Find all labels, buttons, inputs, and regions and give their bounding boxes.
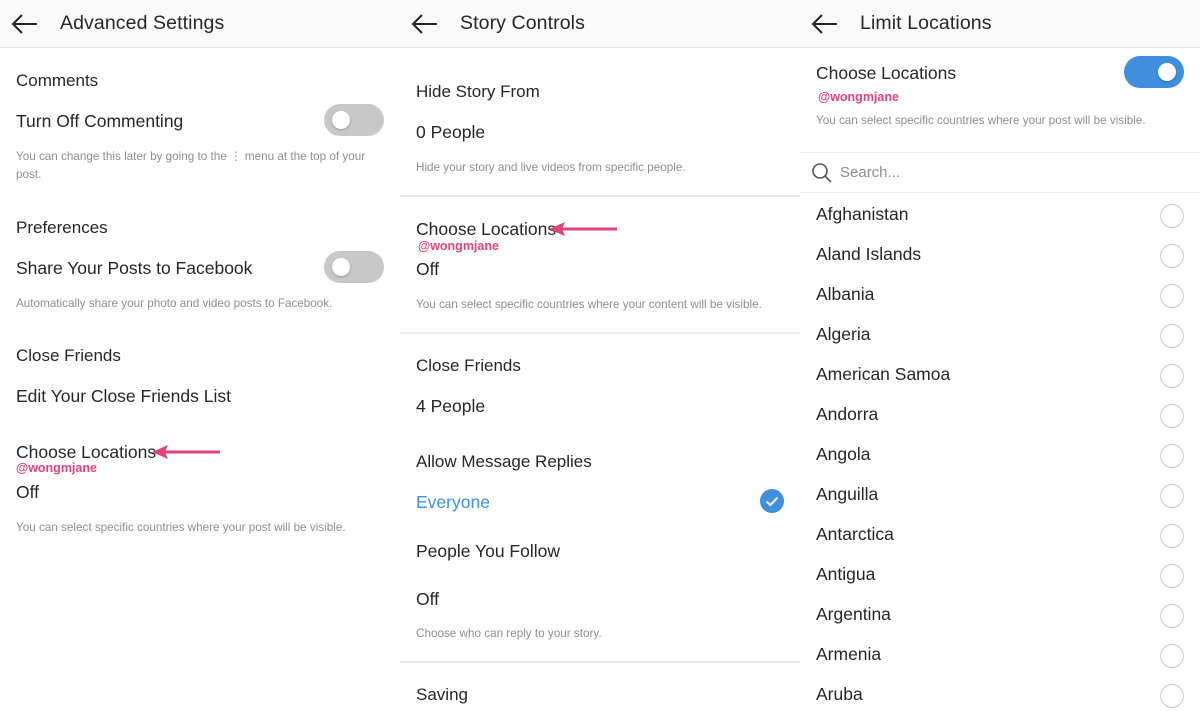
section-header-preferences: Preferences [16, 218, 108, 237]
close-friends-value[interactable]: 4 People [416, 396, 485, 417]
search-icon [812, 163, 832, 183]
edit-close-friends-list[interactable]: Edit Your Close Friends List [16, 386, 231, 407]
country-item[interactable]: Afghanistan [816, 204, 908, 225]
country-radio-button[interactable] [1160, 604, 1184, 628]
share-to-facebook-toggle[interactable] [324, 251, 384, 283]
commenting-hint-line1: You can change this later by going to th… [16, 150, 366, 163]
page-title: Story Controls [460, 12, 585, 34]
country-radio-button[interactable] [1160, 364, 1184, 388]
turn-off-commenting-label[interactable]: Turn Off Commenting [16, 111, 183, 132]
country-radio-button[interactable] [1160, 524, 1184, 548]
section-header-hide-story-from: Hide Story From [416, 82, 540, 101]
section-header-comments: Comments [16, 71, 99, 90]
country-item[interactable]: Aland Islands [816, 244, 921, 265]
annotation-arrow-icon [549, 222, 617, 236]
divider [400, 195, 800, 197]
hide-story-from-value[interactable]: 0 People [416, 122, 485, 143]
toggle-knob [1158, 63, 1176, 81]
watermark-handle: @wongmjane [418, 239, 499, 253]
back-arrow-icon[interactable] [810, 10, 840, 38]
checkmark-icon [760, 489, 784, 513]
story-controls-screen: Story Controls Hide Story From 0 People … [400, 0, 800, 711]
back-arrow-icon[interactable] [10, 10, 40, 38]
choose-locations-hint: You can select specific countries where … [16, 521, 346, 534]
country-item[interactable]: Antigua [816, 564, 875, 585]
country-radio-button[interactable] [1160, 564, 1184, 588]
country-item[interactable]: Algeria [816, 324, 870, 345]
choose-locations-label[interactable]: Choose Locations [16, 442, 156, 463]
country-radio-button[interactable] [1160, 324, 1184, 348]
message-replies-hint: Choose who can reply to your story. [416, 627, 602, 640]
country-radio-button[interactable] [1160, 284, 1184, 308]
choose-locations-hint: You can select specific countries where … [816, 114, 1146, 127]
country-item[interactable]: Armenia [816, 644, 881, 665]
section-header-saving: Saving [416, 685, 468, 704]
search-bar [800, 152, 1200, 193]
country-radio-button[interactable] [1160, 444, 1184, 468]
commenting-hint-line2: post. [16, 168, 42, 181]
choose-locations-value[interactable]: Off [16, 482, 39, 503]
country-item[interactable]: Antarctica [816, 524, 894, 545]
limit-locations-screen: Limit Locations Choose Locations @wongmj… [800, 0, 1200, 711]
country-radio-button[interactable] [1160, 484, 1184, 508]
app-header: Limit Locations [800, 0, 1200, 48]
country-item[interactable]: American Samoa [816, 364, 950, 385]
choose-locations-label[interactable]: Choose Locations [416, 219, 556, 240]
country-item[interactable]: Angola [816, 444, 871, 465]
country-radio-button[interactable] [1160, 204, 1184, 228]
hide-story-hint: Hide your story and live videos from spe… [416, 161, 686, 174]
country-radio-button[interactable] [1160, 684, 1184, 708]
divider [400, 332, 800, 334]
section-header-allow-message-replies: Allow Message Replies [416, 452, 592, 471]
annotation-arrow-icon [152, 445, 220, 459]
advanced-settings-screen: Advanced Settings Comments Turn Off Comm… [0, 0, 400, 711]
turn-off-commenting-toggle[interactable] [324, 104, 384, 136]
reply-option-people-you-follow[interactable]: People You Follow [416, 541, 560, 562]
toggle-knob [332, 258, 350, 276]
page-title: Limit Locations [860, 12, 992, 34]
country-radio-button[interactable] [1160, 644, 1184, 668]
choose-locations-toggle[interactable] [1124, 56, 1184, 88]
reply-option-everyone[interactable]: Everyone [416, 492, 490, 513]
country-item[interactable]: Albania [816, 284, 874, 305]
app-header: Advanced Settings [0, 0, 400, 48]
country-item[interactable]: Anguilla [816, 484, 878, 505]
country-item[interactable]: Andorra [816, 404, 878, 425]
page-title: Advanced Settings [60, 12, 225, 34]
watermark-handle: @wongmjane [818, 90, 899, 104]
country-radio-button[interactable] [1160, 404, 1184, 428]
country-item[interactable]: Argentina [816, 604, 891, 625]
section-header-close-friends: Close Friends [416, 356, 521, 375]
country-item[interactable]: Aruba [816, 684, 863, 705]
watermark-handle: @wongmjane [16, 461, 97, 475]
choose-locations-value[interactable]: Off [416, 259, 439, 280]
country-radio-button[interactable] [1160, 244, 1184, 268]
app-header: Story Controls [400, 0, 800, 48]
share-to-facebook-label[interactable]: Share Your Posts to Facebook [16, 258, 252, 279]
divider [400, 661, 800, 663]
toggle-knob [332, 111, 350, 129]
search-input[interactable] [840, 161, 1180, 183]
back-arrow-icon[interactable] [410, 10, 440, 38]
share-to-facebook-hint: Automatically share your photo and video… [16, 297, 333, 310]
reply-option-off[interactable]: Off [416, 589, 439, 610]
choose-locations-label: Choose Locations [816, 63, 957, 83]
section-header-close-friends: Close Friends [16, 346, 121, 365]
choose-locations-hint: You can select specific countries where … [416, 298, 762, 311]
